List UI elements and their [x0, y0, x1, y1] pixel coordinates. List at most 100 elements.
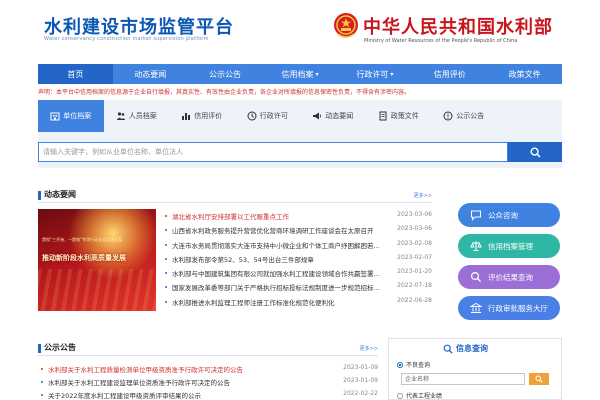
page-root: 水利建设市场监管平台 Water conservancy constructio…	[0, 0, 600, 400]
tab-label: 行政许可	[259, 112, 288, 120]
news-list: 湖北省水利厅安排部署以工代赈重点工作 2023-03-06 山西省水利政务服务提升…	[162, 209, 432, 309]
tab-label: 人员档案	[128, 112, 157, 120]
bullet-icon	[165, 229, 167, 232]
tab-policy[interactable]: 政策文件	[366, 100, 432, 132]
search-icon	[443, 344, 453, 354]
list-item[interactable]: 水利部与中国建筑集团有限公司就加强水利工程建设领域合作共赢签署协议 2023-01…	[162, 266, 432, 280]
announcement-title[interactable]: 关于2022年度水利工程建设甲级资质评审结果的公示	[48, 390, 318, 400]
news-date: 2022-06-28	[397, 296, 432, 304]
announcements-more-link[interactable]: 更多>>	[360, 345, 378, 352]
ministry-title[interactable]: 中华人民共和国水利部	[363, 13, 553, 39]
nav-label: 信用评价	[433, 69, 466, 79]
tab-licensing[interactable]: 行政许可	[235, 100, 301, 132]
list-item[interactable]: 水利部发布部令第52、53、54号出台三件部规章 2023-02-07	[162, 252, 432, 266]
bullet-icon	[165, 257, 167, 260]
announcement-date: 2023-01-09	[343, 364, 378, 371]
list-item[interactable]: 山西省水利政务服务提升营营优化营商环境调研工作座谈会在太原召开 2023-03-0…	[162, 223, 432, 237]
evaluation-result-query-button[interactable]: 评价结果查询	[458, 265, 560, 289]
news-title[interactable]: 湖北省水利厅安排部署以工代赈重点工作	[172, 211, 384, 221]
news-date: 2023-02-07	[397, 253, 432, 261]
tab-personnel-files[interactable]: 人员档案	[104, 100, 170, 132]
nav-label: 行政许可	[356, 69, 389, 79]
news-title[interactable]: 山西省水利政务服务提升营营优化营商环境调研工作座谈会在太原召开	[172, 225, 384, 235]
list-item[interactable]: 大连市水务局贯彻落实大连市支持中小微企业和个体工商户纾困解困若干措施 2023-0…	[162, 238, 432, 252]
tab-label: 政策文件	[390, 112, 419, 120]
search-input[interactable]	[38, 142, 508, 162]
button-label: 公众咨询	[488, 210, 518, 220]
nav-item-policy[interactable]: 政策文件	[487, 64, 562, 84]
news-title[interactable]: 国家发展改革委等部门关于严格执行招标投标法规制度进一步规范招标投标主体行为	[172, 282, 384, 292]
nav-item-news[interactable]: 动态要闻	[113, 64, 188, 84]
news-more-link[interactable]: 更多>>	[414, 192, 432, 199]
notice-icon	[443, 111, 453, 121]
announcement-date: 2022-02-22	[343, 390, 378, 397]
site-header: 水利建设市场监管平台 Water conservancy constructio…	[0, 0, 600, 62]
search-icon	[529, 146, 541, 158]
radio-project-performance[interactable]: 代表工程业绩	[397, 391, 443, 400]
company-name-input[interactable]	[401, 373, 525, 385]
nav-label: 信用档案	[281, 69, 314, 79]
search-tabs: 单位档案 人员档案 信用评价 行政许可 动态要闻 政策文件 公示公告	[38, 100, 562, 132]
tab-credit-evaluation[interactable]: 信用评价	[169, 100, 235, 132]
public-consultation-button[interactable]: 公众咨询	[458, 203, 560, 227]
news-title[interactable]: 水利部推进水利监理工程师注册工作标准化规范化便利化	[172, 297, 384, 307]
credit-file-management-button[interactable]: 信用档案管理	[458, 234, 560, 258]
section-title: 动态要闻	[44, 190, 76, 199]
bullet-icon	[41, 394, 43, 396]
announcements-list: 水利部关于水利工程质量检测单位甲级资质准予行政许可决定的公告 2023-01-09…	[38, 362, 378, 400]
list-item[interactable]: 湖北省水利厅安排部署以工代赈重点工作 2023-03-06	[162, 209, 432, 223]
administrative-approval-hall-button[interactable]: 行政审批服务大厅	[458, 296, 560, 320]
list-item[interactable]: 关于2022年度水利工程建设甲级资质评审结果的公示 2022-02-22	[38, 388, 378, 400]
news-section-header: 动态要闻 更多>>	[38, 189, 432, 203]
news-title[interactable]: 大连市水务局贯彻落实大连市支持中小微企业和个体工商户纾困解困若干措施	[172, 240, 384, 250]
news-title[interactable]: 水利部与中国建筑集团有限公司就加强水利工程建设领域合作共赢签署协议	[172, 268, 384, 278]
button-label: 评价结果查询	[488, 272, 533, 282]
info-query-title: 信息查询	[443, 343, 488, 354]
balance-icon	[470, 240, 482, 252]
section-marker	[38, 191, 41, 200]
nav-item-credit-files[interactable]: 信用档案 ▾	[263, 64, 338, 84]
bullet-icon	[165, 272, 167, 275]
news-title[interactable]: 水利部发布部令第52、53、54号出台三件部规章	[172, 254, 384, 264]
news-date: 2023-03-06	[397, 225, 432, 233]
tab-label: 单位档案	[63, 112, 92, 120]
radio-unchecked-icon[interactable]	[397, 392, 403, 399]
nav-item-credit-evaluation[interactable]: 信用评价	[412, 64, 487, 84]
info-search-button[interactable]	[529, 373, 549, 385]
list-item[interactable]: 国家发展改革委等部门关于严格执行招标投标法规制度进一步规范招标投标主体行为 202…	[162, 280, 432, 294]
tab-label: 动态要闻	[325, 112, 354, 120]
radio-bad-record[interactable]: 不良查询	[397, 360, 430, 369]
search-button[interactable]	[508, 142, 562, 162]
search-icon	[535, 375, 543, 383]
section-marker	[38, 344, 41, 353]
bullet-icon	[41, 381, 43, 383]
tab-announcements[interactable]: 公示公告	[431, 100, 497, 132]
nav-item-home[interactable]: 首页	[38, 64, 113, 84]
nav-label: 动态要闻	[134, 69, 167, 79]
announcement-title[interactable]: 水利部关于水利工程建设监理单位资质准予行政许可决定的公告	[48, 377, 318, 387]
people-icon	[116, 111, 126, 121]
list-item[interactable]: 水利部推进水利监理工程师注册工作标准化规范化便利化 2022-06-28	[162, 295, 432, 309]
megaphone-icon	[312, 111, 322, 121]
bullet-icon	[165, 300, 167, 303]
nav-item-licensing[interactable]: 行政许可 ▾	[337, 64, 412, 84]
list-item[interactable]: 水利部关于水利工程质量检测单位甲级资质准予行政许可决定的公告 2023-01-09	[38, 362, 378, 375]
info-query-panel: 信息查询 不良查询 代表工程业绩	[388, 338, 562, 400]
radio-checked-icon[interactable]	[397, 361, 403, 368]
tab-news[interactable]: 动态要闻	[300, 100, 366, 132]
nav-label: 首页	[67, 69, 84, 79]
national-emblem-icon	[334, 13, 358, 38]
bullet-icon	[165, 243, 167, 246]
ministry-subtitle: Ministry of Water Resources of the Peopl…	[364, 38, 518, 44]
site-subtitle: Water conservancy construction market su…	[44, 36, 209, 42]
news-date: 2023-03-06	[397, 211, 432, 218]
chat-icon	[470, 209, 482, 221]
banner-decoration	[38, 269, 156, 311]
radio-label: 代表工程业绩	[406, 393, 443, 400]
news-banner[interactable]: 贯彻“三开始、一提效”专项行动全面实施方案 推动新阶段水利高质量发展	[38, 209, 156, 311]
list-item[interactable]: 水利部关于水利工程建设监理单位资质准予行政许可决定的公告 2023-01-09	[38, 375, 378, 388]
stamp-icon	[247, 111, 257, 121]
announcement-title[interactable]: 水利部关于水利工程质量检测单位甲级资质准予行政许可决定的公告	[48, 364, 318, 374]
tab-unit-files[interactable]: 单位档案	[38, 100, 104, 132]
nav-item-announcements[interactable]: 公示公告	[188, 64, 263, 84]
